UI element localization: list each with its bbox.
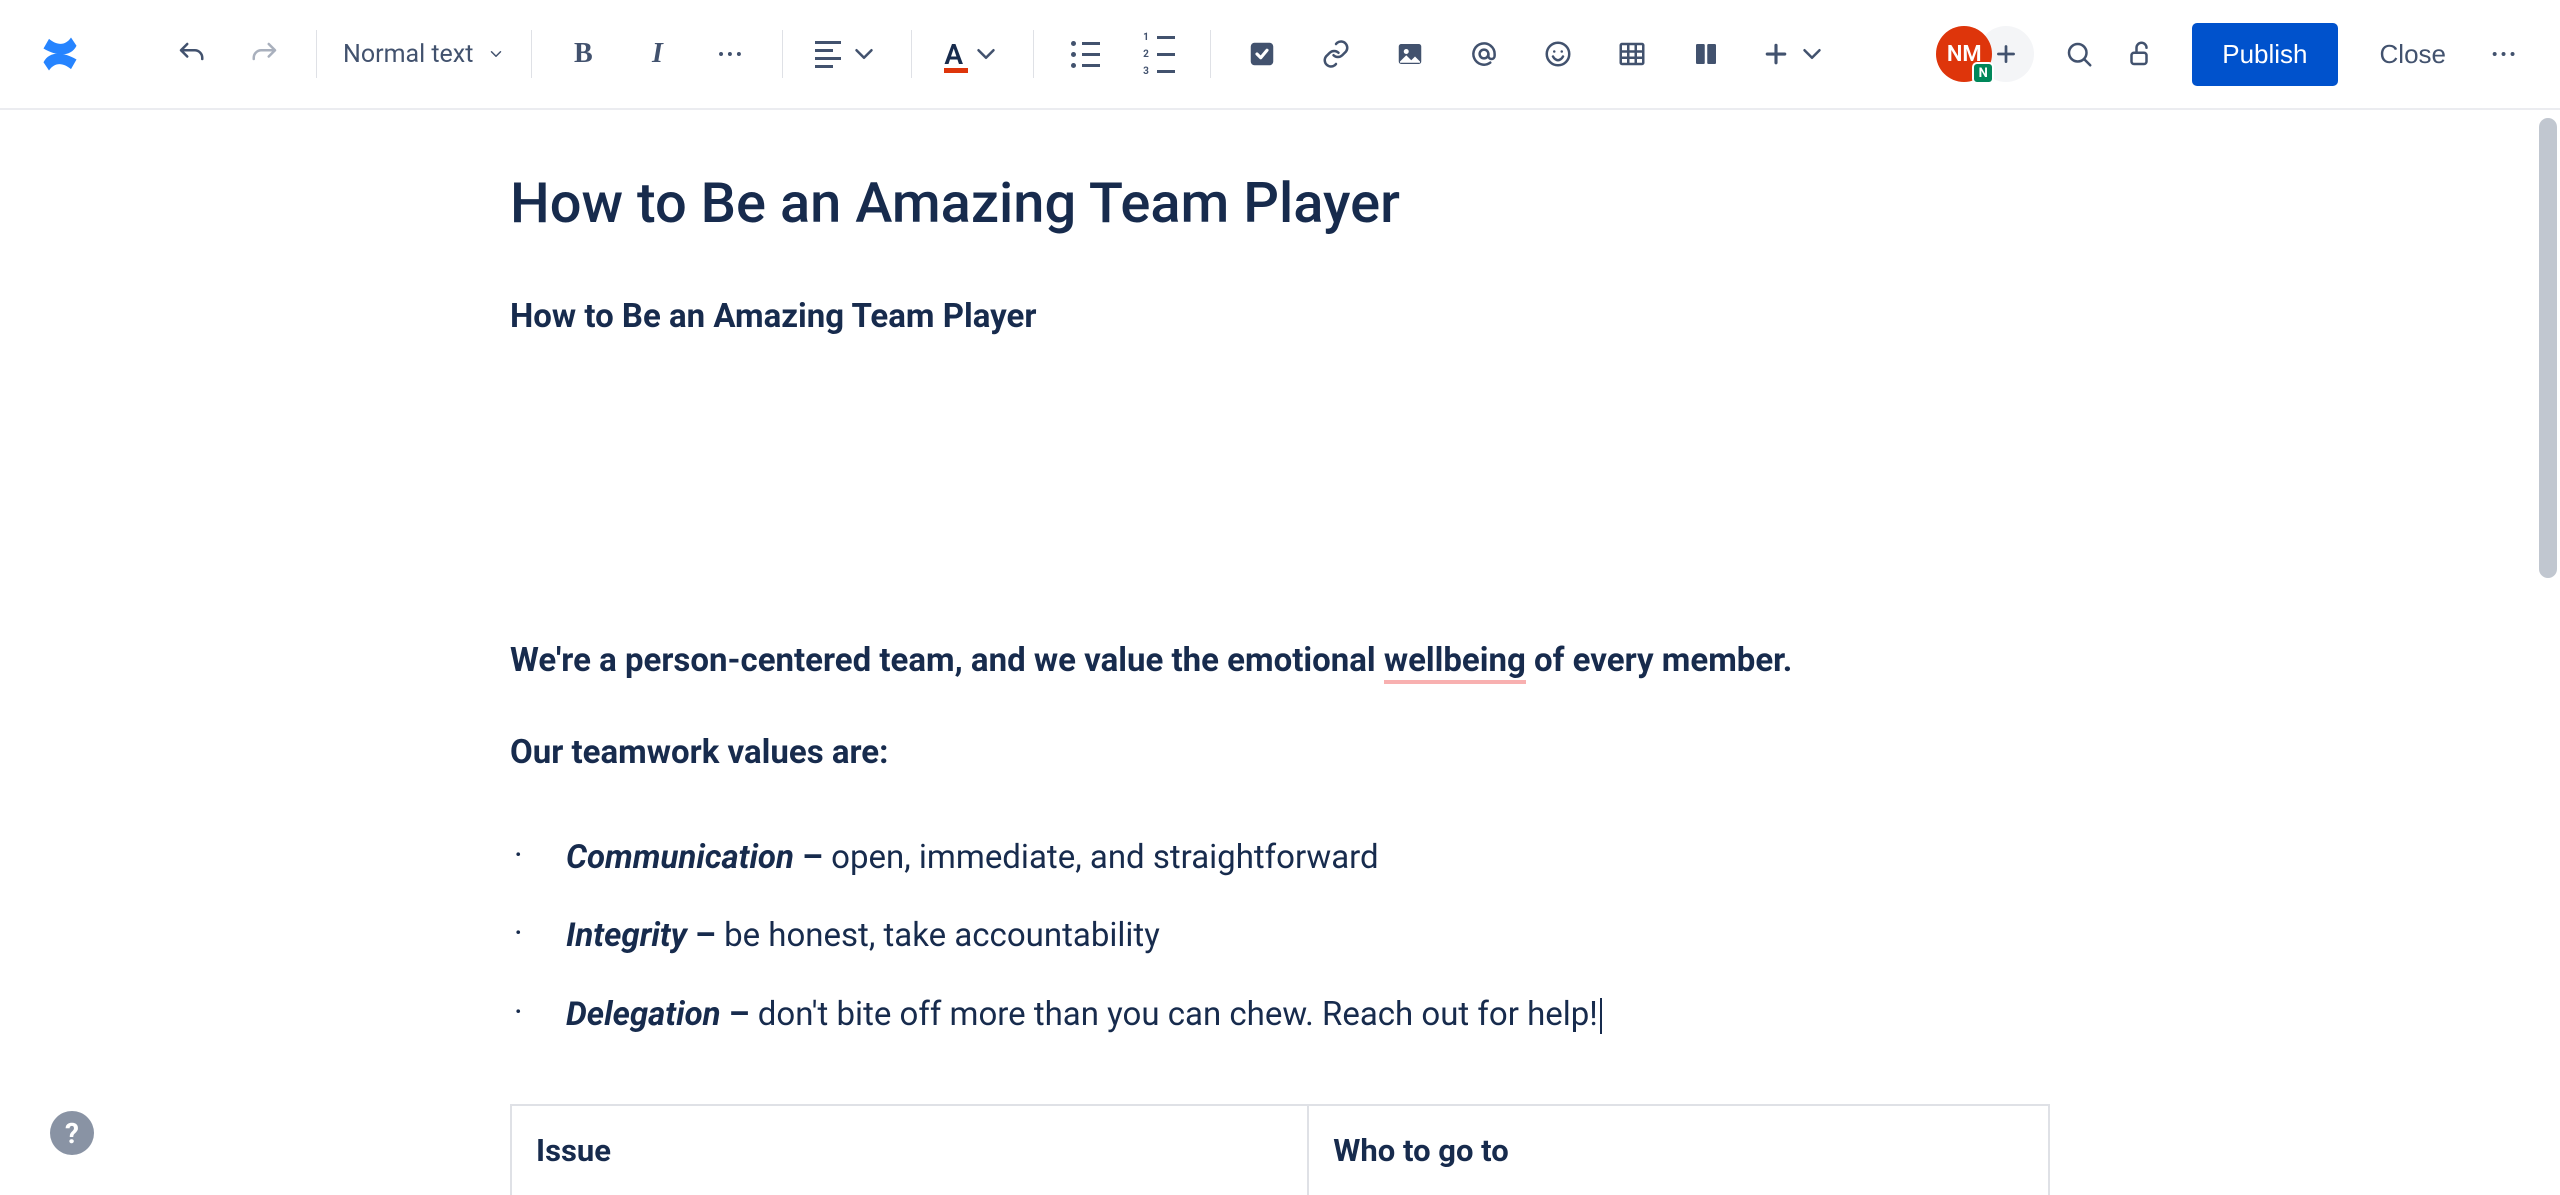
link-button[interactable] xyxy=(1311,29,1361,79)
format-group: B I ••• xyxy=(532,29,782,79)
list-group: 1 2 3 xyxy=(1034,29,1210,79)
ellipsis-icon: ••• xyxy=(718,45,745,64)
bullet-list-button[interactable] xyxy=(1060,29,1110,79)
chevron-down-icon xyxy=(971,39,1001,69)
table-button[interactable] xyxy=(1607,29,1657,79)
mention-button[interactable] xyxy=(1459,29,1509,79)
plus-icon xyxy=(1761,39,1791,69)
text-style-label: Normal text xyxy=(343,40,473,69)
text-style-dropdown[interactable]: Normal text xyxy=(343,40,505,69)
align-dropdown[interactable] xyxy=(809,29,885,79)
chevron-down-icon xyxy=(1797,39,1827,69)
text-cursor xyxy=(1600,998,1602,1034)
confluence-logo[interactable] xyxy=(30,24,90,84)
value-dash: – xyxy=(794,838,831,877)
value-term: Integrity xyxy=(566,916,687,955)
value-dash: – xyxy=(721,995,758,1034)
page-content: How to Be an Amazing Team Player How to … xyxy=(510,170,2050,1195)
image-button[interactable] xyxy=(1385,29,1435,79)
italic-icon: I xyxy=(652,38,663,70)
restrictions-button[interactable] xyxy=(2114,29,2164,79)
italic-button[interactable]: I xyxy=(632,29,682,79)
bold-icon: B xyxy=(574,38,593,70)
spelling-error[interactable]: wellbeing xyxy=(1384,641,1526,684)
checkbox-icon xyxy=(1247,39,1277,69)
value-desc: don't bite off more than you can chew. R… xyxy=(758,995,1598,1034)
emoji-button[interactable] xyxy=(1533,29,1583,79)
editor-toolbar: Normal text B I ••• A xyxy=(0,0,2560,110)
text-color-dropdown[interactable]: A xyxy=(938,29,1007,79)
insert-more-dropdown[interactable] xyxy=(1755,29,1833,79)
redo-button[interactable] xyxy=(240,29,290,79)
search-icon xyxy=(2064,39,2094,69)
at-icon xyxy=(1469,39,1499,69)
values-label[interactable]: Our teamwork values are: xyxy=(510,728,2050,778)
value-term: Communication xyxy=(566,838,794,877)
plus-icon xyxy=(1993,41,2019,67)
publish-button[interactable]: Publish xyxy=(2192,23,2337,86)
value-desc: open, immediate, and straightforward xyxy=(831,838,1379,877)
layouts-button[interactable] xyxy=(1681,29,1731,79)
history-group xyxy=(140,29,316,79)
list-item[interactable]: Delegation – don't bite off more than yo… xyxy=(510,976,2050,1054)
list-item[interactable]: Integrity – be honest, take accountabili… xyxy=(510,897,2050,975)
emoji-icon xyxy=(1543,39,1573,69)
intro-paragraph[interactable]: We're a person-centered team, and we val… xyxy=(510,636,2050,686)
table-header-cell[interactable]: Issue xyxy=(511,1105,1308,1195)
issue-table[interactable]: Issue Who to go to Workload disputes Alm… xyxy=(510,1104,2050,1195)
table-icon xyxy=(1617,39,1647,69)
unlocked-icon xyxy=(2124,39,2154,69)
page-title[interactable]: How to Be an Amazing Team Player xyxy=(510,170,2050,237)
align-left-icon xyxy=(815,41,841,68)
undo-button[interactable] xyxy=(166,29,216,79)
editor-canvas[interactable]: How to Be an Amazing Team Player How to … xyxy=(0,110,2560,1195)
close-button[interactable]: Close xyxy=(2356,23,2470,86)
numbered-list-icon: 1 2 3 xyxy=(1143,32,1175,77)
user-avatar[interactable]: NM N xyxy=(1936,26,1992,82)
image-icon xyxy=(1395,39,1425,69)
table-header-cell[interactable]: Who to go to xyxy=(1308,1105,2049,1195)
presence-indicator: N xyxy=(1972,62,1994,84)
collaborator-avatars: NM N xyxy=(1936,26,2034,82)
find-replace-button[interactable] xyxy=(2054,29,2104,79)
ellipsis-icon: ••• xyxy=(2492,45,2519,64)
values-list[interactable]: Communication – open, immediate, and str… xyxy=(510,819,2050,1054)
help-button[interactable]: ? xyxy=(50,1111,94,1155)
align-group xyxy=(783,29,911,79)
layouts-icon xyxy=(1691,39,1721,69)
intro-text-pre: We're a person-centered team, and we val… xyxy=(510,641,1384,680)
value-desc: be honest, take accountability xyxy=(724,916,1160,955)
text-color-icon: A xyxy=(944,38,963,71)
bullet-list-icon xyxy=(1071,41,1100,68)
text-style-group: Normal text xyxy=(317,29,531,79)
list-item[interactable]: Communication – open, immediate, and str… xyxy=(510,819,2050,897)
numbered-list-button[interactable]: 1 2 3 xyxy=(1134,29,1184,79)
scrollbar-thumb[interactable] xyxy=(2539,118,2557,578)
value-term: Delegation xyxy=(566,995,721,1034)
insert-group xyxy=(1211,29,1859,79)
color-group: A xyxy=(912,29,1033,79)
link-icon xyxy=(1321,39,1351,69)
bold-button[interactable]: B xyxy=(558,29,608,79)
value-dash: – xyxy=(687,916,724,955)
more-actions-button[interactable]: ••• xyxy=(2480,29,2530,79)
action-item-button[interactable] xyxy=(1237,29,1287,79)
chevron-down-icon xyxy=(849,39,879,69)
intro-text-post: of every member. xyxy=(1526,641,1792,680)
chevron-down-icon xyxy=(487,45,505,63)
content-heading[interactable]: How to Be an Amazing Team Player xyxy=(510,297,2050,336)
table-header-row: Issue Who to go to xyxy=(511,1105,2049,1195)
more-format-button[interactable]: ••• xyxy=(706,29,756,79)
